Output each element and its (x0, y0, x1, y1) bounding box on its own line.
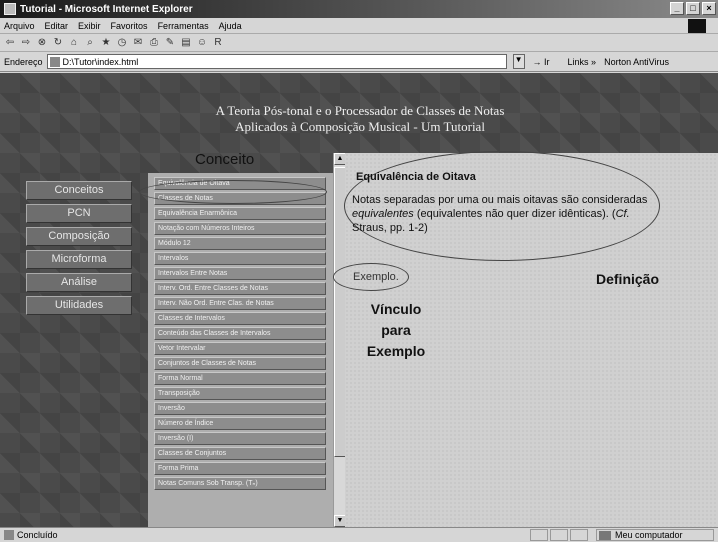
address-bar: Endereço D:\Tutor\index.html ▼ → Ir Link… (0, 52, 718, 72)
nav-composicao[interactable]: Composição (26, 227, 132, 246)
search-icon[interactable]: ⌕ (84, 37, 96, 49)
concept-list: Equivalência de Oitava Classes de Notas … (154, 177, 326, 492)
forward-icon[interactable]: ⇨ (20, 37, 32, 49)
page-icon (49, 56, 60, 67)
definition-text-before: Notas separadas por uma ou mais oitavas … (352, 194, 648, 206)
maximize-button[interactable]: □ (686, 2, 700, 15)
refresh-icon[interactable]: ↻ (52, 37, 64, 49)
annotation-definicao: Definição (596, 271, 660, 287)
page-title-line1: A Teoria Pós-tonal e o Processador de Cl… (215, 103, 505, 118)
concept-item[interactable]: Inversão (154, 402, 326, 415)
concept-item[interactable]: Equivalência Enarmônica (154, 207, 326, 220)
window-titlebar: Tutorial - Microsoft Internet Explorer _… (0, 0, 718, 18)
menu-favoritos[interactable]: Favoritos (111, 21, 148, 31)
concept-panel: Equivalência de Oitava Classes de Notas … (148, 173, 333, 527)
status-cell (570, 529, 588, 541)
address-label: Endereço (4, 56, 43, 67)
annotation-vinculo: Vínculo para Exemplo (366, 301, 426, 359)
go-label: Ir (544, 56, 550, 67)
stop-icon[interactable]: ⊗ (36, 37, 48, 49)
concept-item[interactable]: Conteúdo das Classes de Intervalos (154, 327, 326, 340)
concept-item[interactable]: Notas Comuns Sob Transp. (Tₙ) (154, 477, 326, 490)
window-title: Tutorial - Microsoft Internet Explorer (20, 3, 193, 15)
status-text: Concluído (17, 530, 58, 540)
page-done-icon (4, 530, 14, 540)
home-icon[interactable]: ⌂ (68, 37, 80, 49)
concept-item[interactable]: Classes de Intervalos (154, 312, 326, 325)
back-icon[interactable]: ⇦ (4, 37, 16, 49)
close-button[interactable]: × (702, 2, 716, 15)
nav-microforma[interactable]: Microforma (26, 250, 132, 269)
windows-logo-icon (688, 19, 706, 33)
zone-label: Meu computador (615, 530, 683, 540)
status-cell (530, 529, 548, 541)
toolbar: ⇦ ⇨ ⊗ ↻ ⌂ ⌕ ★ ◷ ✉ ⎙ ✎ ▤ ☺ R (0, 34, 718, 52)
ie-icon (4, 3, 16, 15)
discuss-icon[interactable]: ▤ (180, 37, 192, 49)
minimize-button[interactable]: _ (670, 2, 684, 15)
menu-exibir[interactable]: Exibir (78, 21, 101, 31)
concept-item[interactable]: Forma Prima (154, 462, 326, 475)
mail-icon[interactable]: ✉ (132, 37, 144, 49)
concept-item[interactable]: Notação com Números Inteiros (154, 222, 326, 235)
links-button[interactable]: Links » (568, 57, 597, 67)
main-nav: Conceitos PCN Composição Microforma Anál… (26, 181, 132, 319)
page-content: A Teoria Pós-tonal e o Processador de Cl… (0, 73, 718, 527)
page-title: A Teoria Pós-tonal e o Processador de Cl… (150, 103, 570, 135)
concept-item[interactable]: Número de Índice (154, 417, 326, 430)
address-input[interactable]: D:\Tutor\index.html (46, 54, 507, 69)
concept-item[interactable]: Vetor Intervalar (154, 342, 326, 355)
status-bar: Concluído Meu computador (0, 527, 718, 542)
concept-heading: Conceito (195, 151, 255, 168)
concept-item[interactable]: Conjuntos de Classes de Notas (154, 357, 326, 370)
page-title-line2: Aplicados à Composição Musical - Um Tuto… (235, 119, 485, 134)
concept-item[interactable]: Intervalos (154, 252, 326, 265)
nav-analise[interactable]: Análise (26, 273, 132, 292)
messenger-icon[interactable]: ☺ (196, 37, 208, 49)
menu-arquivo[interactable]: Arquivo (4, 21, 35, 31)
concept-item[interactable]: Forma Normal (154, 372, 326, 385)
concept-scrollbar[interactable]: ▲ ▼ (333, 153, 346, 527)
research-icon[interactable]: R (212, 37, 224, 49)
status-cells (530, 529, 588, 541)
menu-editar[interactable]: Editar (45, 21, 69, 31)
concept-item[interactable]: Interv. Ord. Entre Classes de Notas (154, 282, 326, 295)
security-zone: Meu computador (596, 529, 714, 541)
print-icon[interactable]: ⎙ (148, 37, 160, 49)
address-dropdown-icon[interactable]: ▼ (512, 54, 525, 69)
menu-ajuda[interactable]: Ajuda (219, 21, 242, 31)
definition-title: Equivalência de Oitava (356, 171, 476, 183)
concept-item[interactable]: Transposição (154, 387, 326, 400)
nav-conceitos[interactable]: Conceitos (26, 181, 132, 200)
window-controls: _ □ × (670, 2, 716, 15)
concept-item[interactable]: Interv. Não Ord. Entre Clas. de Notas (154, 297, 326, 310)
nav-pcn[interactable]: PCN (26, 204, 132, 223)
concept-item[interactable]: Inversão (I) (154, 432, 326, 445)
norton-antivirus-button[interactable]: Norton AntiVirus (604, 57, 669, 67)
definition-text-after: Straus, pp. 1-2) (352, 222, 428, 234)
highlight-oval (139, 180, 327, 204)
nav-utilidades[interactable]: Utilidades (26, 296, 132, 315)
history-icon[interactable]: ◷ (116, 37, 128, 49)
example-link[interactable]: Exemplo. (353, 271, 399, 283)
menu-bar: Arquivo Editar Exibir Favoritos Ferramen… (0, 18, 718, 34)
edit-icon[interactable]: ✎ (164, 37, 176, 49)
favorites-icon[interactable]: ★ (100, 37, 112, 49)
menu-ferramentas[interactable]: Ferramentas (158, 21, 209, 31)
definition-text: Notas separadas por uma ou mais oitavas … (352, 193, 652, 235)
definition-cf: Cf. (615, 208, 630, 220)
definition-text-mid: (equivalentes não quer dizer idênticas).… (413, 208, 616, 220)
concept-item[interactable]: Intervalos Entre Notas (154, 267, 326, 280)
concept-item[interactable]: Classes de Conjuntos (154, 447, 326, 460)
computer-icon (599, 530, 611, 540)
address-url: D:\Tutor\index.html (62, 56, 139, 67)
definition-text-italic: equivalentes (352, 208, 414, 220)
concept-item[interactable]: Módulo 12 (154, 237, 326, 250)
go-button[interactable]: → Ir (533, 57, 550, 67)
status-cell (550, 529, 568, 541)
